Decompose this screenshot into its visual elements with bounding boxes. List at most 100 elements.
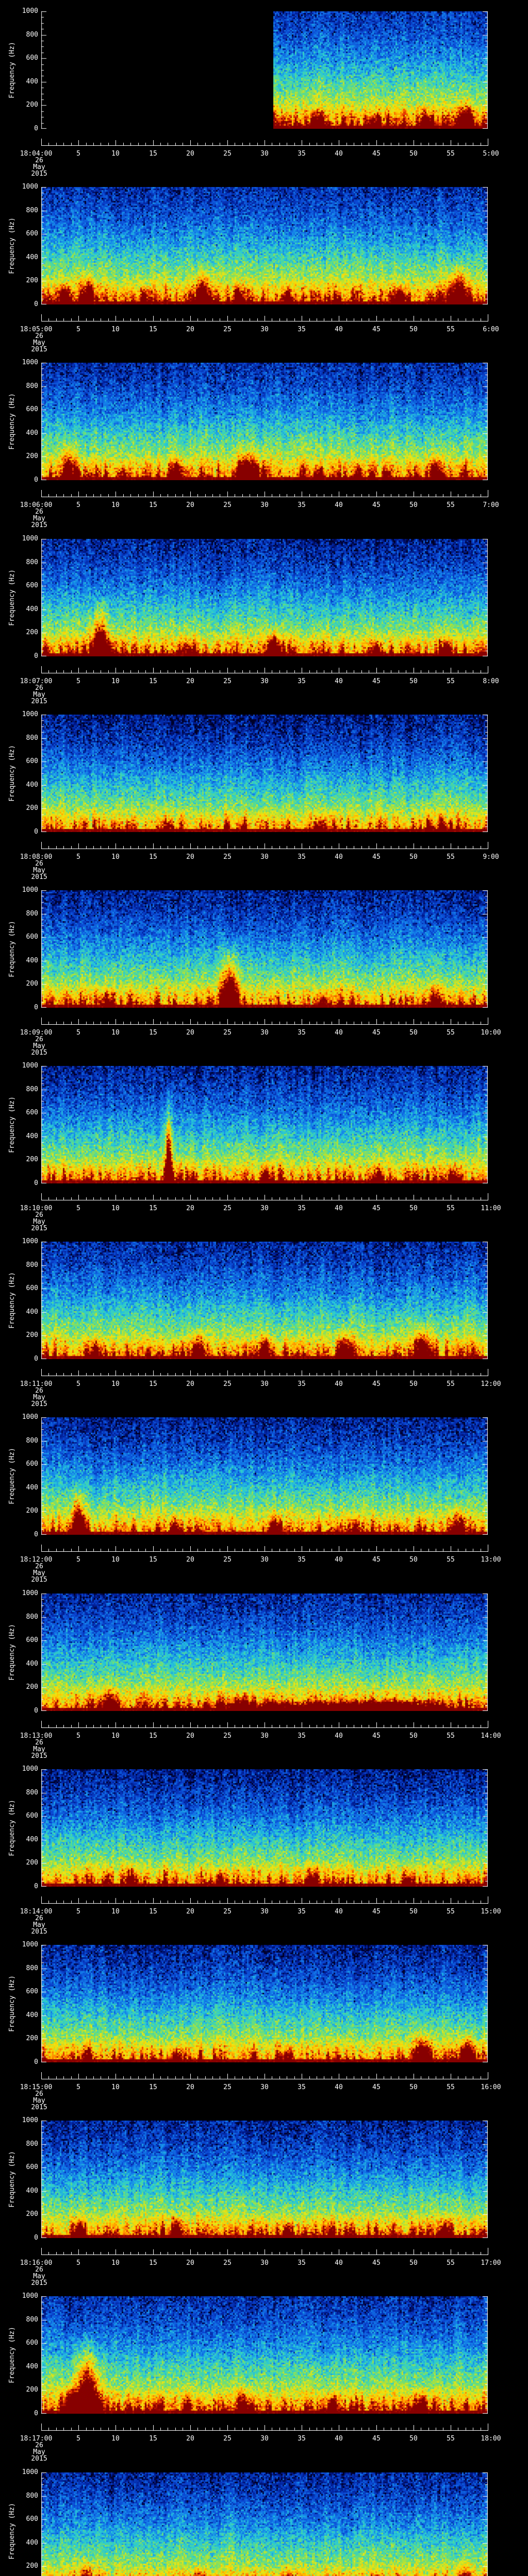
x-tick-label: 35 [298,1380,306,1388]
x-tick-label: 50 [409,1908,418,1916]
time-axis-tick [242,670,243,673]
time-axis-tick [86,670,87,673]
time-axis-tick [346,494,347,497]
time-axis-tick [175,494,176,497]
y-tick-label: 1000 [22,183,38,191]
time-axis-tick [86,1725,87,1727]
time-axis [41,1896,488,1904]
time-axis-tick [190,1195,191,1200]
time-axis-tick [197,670,198,673]
x-tick-label: 55 [447,2259,455,2267]
time-axis-tick [153,1898,154,1903]
time-axis-tick [56,1901,57,1903]
x-tick-label: 50 [409,501,418,509]
time-axis-tick [257,1022,258,1024]
end-time-label: 12:00 [481,1380,501,1388]
time-axis-tick [376,843,377,849]
y-tick-label: 800 [26,31,38,39]
time-axis-tick [257,494,258,497]
time-axis-tick [78,668,79,673]
time-axis-tick [138,2252,139,2255]
date-line: 2015 [31,170,47,178]
time-axis-tick [41,1369,42,1376]
time-axis-tick [175,2252,176,2255]
x-tick-label: 30 [260,2259,269,2267]
time-axis-tick [175,1197,176,1200]
time-axis-tick [227,668,228,673]
time-axis-tick [63,2428,64,2430]
time-axis-tick [212,143,213,145]
time-axis-tick [41,1018,42,1024]
time-axis-tick [346,670,347,673]
x-tick-label: 35 [298,2083,306,2091]
time-axis-tick [242,1901,243,1903]
x-tick-label: 15 [149,1556,157,1564]
time-axis-tick [138,1022,139,1024]
y-tick-label: 1000 [22,886,38,894]
y-tick-label: 800 [26,207,38,214]
time-axis-tick [63,846,64,849]
x-tick-label: 45 [372,326,381,333]
y-tick-label: 600 [26,1460,38,1468]
time-axis-tick [93,670,94,673]
time-axis-tick [242,494,243,497]
time-axis-tick [108,1197,109,1200]
spectrogram-canvas [41,715,488,832]
time-axis-tick [205,846,206,849]
time-axis-tick [346,318,347,321]
x-tick-label: 30 [260,1380,269,1388]
date-line: 2015 [31,2279,47,2287]
spectrogram-panel: Frequency (Hz) 1000 800 600 400 200 0 18:08:0… [0,711,528,890]
time-axis-tick [294,1549,295,1551]
x-tick-label: 20 [186,2259,194,2267]
end-time-label: 14:00 [481,1732,501,1740]
time-axis [41,842,488,849]
time-axis-tick [145,494,146,497]
x-tick-label: 20 [186,1908,194,1916]
time-axis-tick [361,1725,362,1727]
x-tick-label: 45 [372,501,381,509]
y-axis-title: Frequency (Hz) [8,1448,16,1504]
y-tick-label: 200 [26,2386,38,2394]
time-axis-tick [279,1197,280,1200]
time-axis-tick [123,2076,124,2079]
time-axis-tick [153,2249,154,2255]
y-axis-title: Frequency (Hz) [8,2327,16,2383]
time-axis-tick [190,1546,191,1551]
y-tick-label: 1000 [22,535,38,543]
y-tick-label: 600 [26,933,38,941]
time-axis-tick [242,1022,243,1024]
x-tick-label: 15 [149,1908,157,1916]
time-axis-tick [93,2252,94,2255]
spectrogram-canvas [41,1594,488,1711]
time-axis-tick [428,2076,429,2079]
time-axis-tick [41,490,42,497]
y-tick-label: 1000 [22,7,38,15]
y-tick-label: 400 [26,1484,38,1492]
x-tick-label: 20 [186,2083,194,2091]
time-axis-tick [361,143,362,145]
y-tick-label: 0 [34,2234,38,2242]
time-axis-tick [145,2076,146,2079]
time-axis-tick [41,1721,42,1727]
x-tick-label: 35 [298,150,306,158]
end-time-label: 9:00 [483,853,499,861]
time-axis-tick [86,318,87,321]
time-axis-tick [160,1901,161,1903]
time-axis-tick [41,1896,42,1903]
y-tick-label: 1000 [22,1238,38,1245]
x-tick-label: 25 [223,1732,232,1740]
x-tick-label: 55 [447,2435,455,2443]
time-axis-tick [346,2252,347,2255]
time-axis-tick [227,843,228,849]
time-axis-tick [123,318,124,321]
time-axis-tick [376,668,377,673]
x-tick-label: 25 [223,853,232,861]
x-tick-label: 35 [298,1205,306,1212]
spectrogram-canvas [41,1242,488,1359]
date-line: 2015 [31,346,47,353]
time-axis-tick [138,143,139,145]
time-axis-tick [428,670,429,673]
time-axis-tick [108,1373,109,1376]
time-axis-tick [346,1549,347,1551]
